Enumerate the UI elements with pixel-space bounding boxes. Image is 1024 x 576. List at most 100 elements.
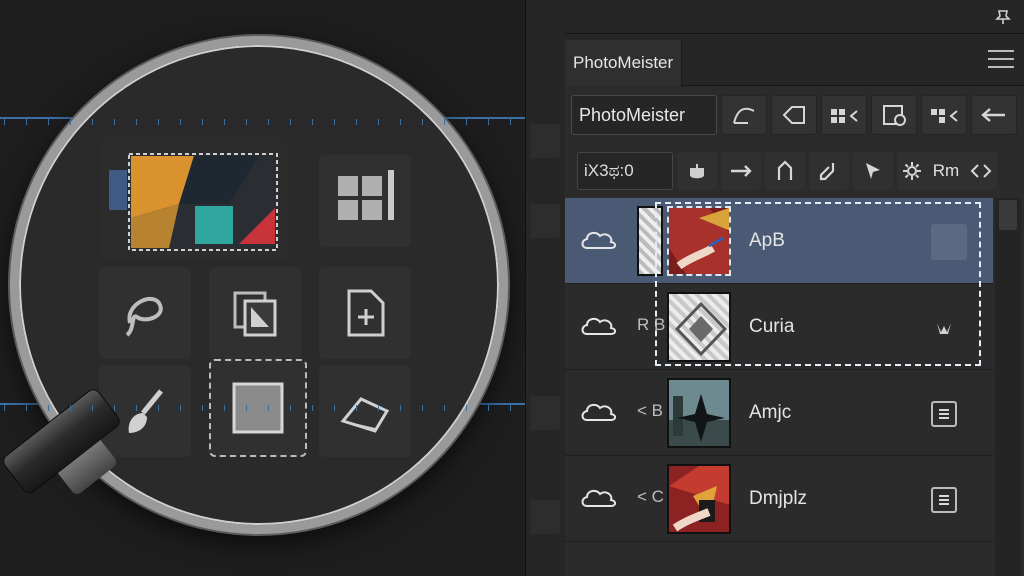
- layer-action-badge[interactable]: [931, 401, 957, 427]
- guide-tick: [356, 405, 357, 411]
- guide-tick: [334, 405, 335, 411]
- guide-tick: [70, 405, 71, 411]
- guide-tick: [136, 119, 137, 125]
- layer-action-badge[interactable]: [931, 315, 957, 341]
- guide-tick: [312, 119, 313, 125]
- guide-tick: [510, 119, 511, 125]
- guide-tick: [290, 405, 291, 411]
- stamp-button[interactable]: [677, 152, 717, 190]
- rectangle-icon: [232, 382, 284, 434]
- pin-icon[interactable]: [994, 8, 1012, 26]
- guide-tick: [26, 119, 27, 125]
- coordinate-field[interactable]: iX3ಥ:0: [577, 152, 673, 190]
- panel-title-bar: [565, 0, 1024, 34]
- layer-prefix: < C: [637, 487, 664, 506]
- tag-icon: [782, 106, 805, 124]
- panel-toolbar: PhotoMeister: [571, 95, 1017, 135]
- add-page-cell: [319, 267, 411, 359]
- guide-tick: [158, 405, 159, 411]
- panel-toolbar-secondary: iX3ಥ:0 Rm: [577, 152, 997, 190]
- magnified-selection-cell: [101, 137, 287, 261]
- grid-icon: [338, 170, 394, 220]
- guide-tick: [268, 405, 269, 411]
- gear-icon: [903, 162, 922, 180]
- visibility-cloud-icon[interactable]: [579, 226, 619, 254]
- guide-tick: [26, 405, 27, 411]
- document-name-field[interactable]: PhotoMeister: [571, 95, 717, 135]
- pen-icon: [777, 160, 793, 180]
- guide-tick: [422, 119, 423, 125]
- layers-scrollbar[interactable]: [995, 198, 1021, 576]
- path-button[interactable]: [721, 95, 767, 135]
- guide-tick: [202, 405, 203, 411]
- grid-arrow-icon: [831, 109, 858, 123]
- guide-tick: [224, 119, 225, 125]
- add-page-icon: [347, 289, 385, 337]
- guide-tick: [4, 405, 5, 411]
- guide-tick: [444, 119, 445, 125]
- guide-tick: [246, 405, 247, 411]
- visibility-cloud-icon[interactable]: [579, 398, 619, 426]
- guide-tick: [400, 119, 401, 125]
- guide-tick: [378, 119, 379, 125]
- guide-tick: [488, 119, 489, 125]
- cursor-button[interactable]: [853, 152, 893, 190]
- guide-tick: [488, 405, 489, 411]
- guide-tick: [70, 119, 71, 125]
- layer-name[interactable]: Dmjplz: [749, 488, 807, 510]
- guide-tick: [92, 405, 93, 411]
- arrow-left-icon: [981, 108, 1005, 122]
- crown-icon: [937, 323, 951, 334]
- guide-tick: [400, 405, 401, 411]
- move-button[interactable]: [721, 152, 761, 190]
- tool-strip-slot: [530, 500, 560, 534]
- layer-prefix: R B: [637, 315, 666, 334]
- scrollbar-thumb[interactable]: [999, 200, 1017, 230]
- guide-tick: [356, 119, 357, 125]
- layer-row[interactable]: ApB: [565, 198, 993, 366]
- rm-button[interactable]: Rm: [897, 152, 997, 190]
- visibility-cloud-icon[interactable]: [579, 312, 619, 340]
- layer-name[interactable]: Amjc: [749, 402, 791, 424]
- grid-arrow-2-button[interactable]: [921, 95, 967, 135]
- layer-mask-icon: [939, 495, 949, 505]
- eyedropper-icon: [819, 163, 835, 181]
- layers-panel: PhotoMeister PhotoMeister iX3ಥ:0 Rm ApB …: [565, 0, 1024, 576]
- tool-strip-slot: [530, 124, 560, 158]
- layer-row[interactable]: < C Dmjplz: [565, 456, 993, 542]
- paint-brush-icon: [128, 389, 163, 433]
- tab-photomeister[interactable]: PhotoMeister: [565, 40, 683, 86]
- layer-row[interactable]: R B Curia: [565, 284, 993, 370]
- collapse-button[interactable]: [971, 95, 1017, 135]
- canvas-area[interactable]: [0, 0, 530, 576]
- visibility-cloud-icon[interactable]: [579, 484, 619, 512]
- tool-strip-slot: [530, 396, 560, 430]
- guide-tick: [180, 405, 181, 411]
- guide-tick: [422, 405, 423, 411]
- pen-button[interactable]: [765, 152, 805, 190]
- layer-thumbnail: [667, 292, 731, 362]
- guide-tick: [92, 119, 93, 125]
- layer-thumbnail: [667, 378, 731, 448]
- mask-button[interactable]: [871, 95, 917, 135]
- layer-thumbnail: [667, 464, 731, 534]
- guide-tick: [4, 119, 5, 125]
- guide-tick: [136, 405, 137, 411]
- grid-tool-cell: [319, 155, 411, 247]
- guide-tick: [510, 405, 511, 411]
- tag-button[interactable]: [771, 95, 817, 135]
- guide-tick: [158, 119, 159, 125]
- layers-list: ApB R B Curia < B Amjc < C Dmjplz: [565, 198, 993, 542]
- eyedropper-button[interactable]: [809, 152, 849, 190]
- layer-name[interactable]: Curia: [749, 316, 794, 338]
- guide-tick: [466, 405, 467, 411]
- grid-arrow-2-icon: [931, 109, 958, 123]
- layer-mask-icon: [939, 409, 949, 419]
- grid-arrow-button[interactable]: [821, 95, 867, 135]
- layer-action-badge[interactable]: [931, 487, 957, 513]
- hamburger-menu-icon[interactable]: [988, 50, 1014, 70]
- guide-tick: [48, 405, 49, 411]
- rm-label: Rm: [932, 161, 960, 180]
- guide-tick: [114, 405, 115, 411]
- layer-row[interactable]: < B Amjc: [565, 370, 993, 456]
